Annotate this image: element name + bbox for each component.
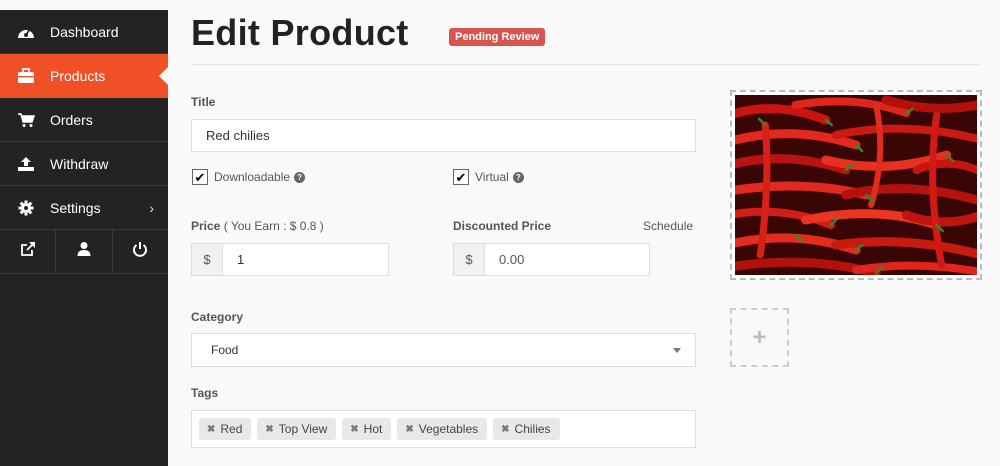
downloadable-checkbox[interactable]: ✔ Downloadable ? xyxy=(192,169,306,185)
sidebar-item-label: Orders xyxy=(50,111,93,128)
sidebar-item-dashboard[interactable]: Dashboard xyxy=(0,10,168,54)
remove-tag-icon[interactable]: ✖ xyxy=(405,424,413,435)
add-gallery-image-button[interactable]: + xyxy=(730,308,789,367)
tag-item: ✖ Red xyxy=(199,418,252,440)
category-value: Food xyxy=(211,343,239,357)
category-select[interactable]: Food xyxy=(191,333,696,367)
help-icon[interactable]: ? xyxy=(512,171,524,183)
schedule-link[interactable]: Schedule xyxy=(643,219,693,233)
chili-photo xyxy=(735,95,977,275)
plus-icon: + xyxy=(752,323,767,351)
downloadable-label: Downloadable xyxy=(214,170,291,184)
tags-input[interactable]: ✖ Red ✖ Top View ✖ Hot ✖ Vegetables ✖ Chilies xyxy=(191,410,696,448)
discounted-price-input[interactable]: 0.00 xyxy=(484,243,650,276)
chevron-right-icon: › xyxy=(149,200,154,216)
help-icon[interactable]: ? xyxy=(294,171,306,183)
sidebar-item-label: Settings xyxy=(50,199,101,216)
cart-icon xyxy=(16,110,36,130)
title-label: Title xyxy=(191,95,216,109)
tag-item: ✖ Vegetables xyxy=(397,418,488,440)
tag-item: ✖ Top View xyxy=(257,418,337,440)
upload-icon xyxy=(16,154,36,174)
sidebar-item-label: Withdraw xyxy=(50,155,109,172)
sidebar-item-withdraw[interactable]: Withdraw xyxy=(0,142,168,186)
sidebar-bottom-bar xyxy=(0,230,168,274)
page-title: Edit Product xyxy=(191,12,409,53)
price-currency-addon: $ xyxy=(191,243,223,276)
external-link-button[interactable] xyxy=(0,230,57,273)
sidebar-item-orders[interactable]: Orders xyxy=(0,98,168,142)
tag-item: ✖ Chilies xyxy=(493,418,560,440)
user-icon xyxy=(77,241,91,262)
header-divider xyxy=(191,64,981,65)
sidebar-item-label: Dashboard xyxy=(50,23,119,40)
discounted-price-label: Discounted Price xyxy=(453,219,552,233)
checkmark-icon: ✔ xyxy=(453,169,469,185)
tags-label: Tags xyxy=(191,386,219,400)
briefcase-icon xyxy=(16,66,36,86)
profile-button[interactable] xyxy=(56,230,113,273)
caret-down-icon xyxy=(673,348,681,353)
discount-currency-addon: $ xyxy=(453,243,485,276)
status-badge: Pending Review xyxy=(449,28,546,46)
category-label: Category xyxy=(191,310,244,324)
virtual-label: Virtual xyxy=(475,170,509,184)
earn-hint: ( You Earn : $ 0.8 ) xyxy=(223,219,324,233)
remove-tag-icon[interactable]: ✖ xyxy=(265,424,273,435)
dashboard-icon xyxy=(16,22,36,42)
title-input[interactable]: Red chilies xyxy=(191,119,696,152)
tag-item: ✖ Hot xyxy=(342,418,392,440)
sidebar-item-products[interactable]: Products xyxy=(0,54,168,98)
logout-button[interactable] xyxy=(113,230,168,273)
product-image[interactable] xyxy=(730,90,982,280)
price-label: Price ( You Earn : $ 0.8 ) xyxy=(191,219,324,233)
sidebar-item-label: Products xyxy=(50,67,106,84)
gear-icon xyxy=(16,198,36,218)
sidebar: Dashboard Products Orders Withdraw Setti… xyxy=(0,10,168,466)
power-icon xyxy=(132,241,148,262)
external-link-icon xyxy=(20,241,36,262)
price-input[interactable]: 1 xyxy=(222,243,389,276)
remove-tag-icon[interactable]: ✖ xyxy=(350,424,358,435)
virtual-checkbox[interactable]: ✔ Virtual ? xyxy=(453,169,524,185)
sidebar-item-settings[interactable]: Settings › xyxy=(0,186,168,230)
checkmark-icon: ✔ xyxy=(192,169,208,185)
remove-tag-icon[interactable]: ✖ xyxy=(501,424,509,435)
remove-tag-icon[interactable]: ✖ xyxy=(207,424,215,435)
